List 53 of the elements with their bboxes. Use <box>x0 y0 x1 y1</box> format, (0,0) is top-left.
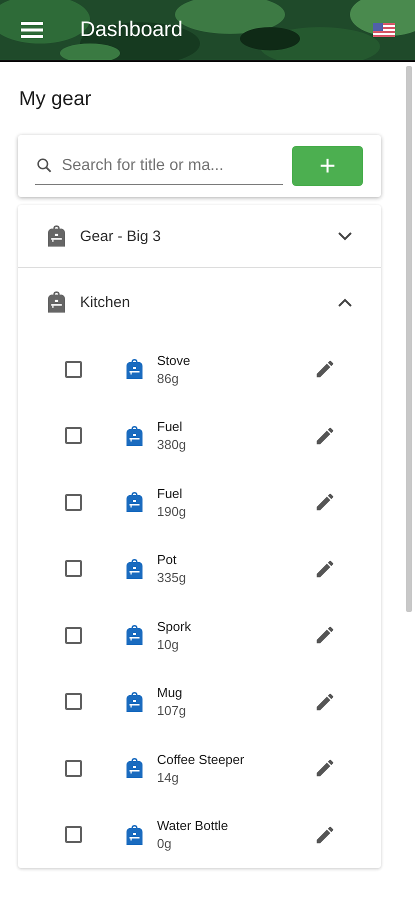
backpack-icon <box>126 492 143 512</box>
item-weight: 190g <box>157 504 187 519</box>
backpack-icon <box>48 291 65 313</box>
chevron-down-icon <box>338 232 352 240</box>
group-header[interactable]: Kitchen <box>18 268 381 336</box>
backpack-icon <box>126 359 143 380</box>
backpack-icon <box>126 625 143 646</box>
checkbox[interactable] <box>65 427 82 444</box>
backpack-icon <box>126 692 143 712</box>
flag-icon[interactable] <box>373 23 395 37</box>
app-title: Dashboard <box>80 18 184 42</box>
item-weight: 107g <box>157 703 187 718</box>
item-name: Coffee Steeper <box>157 752 246 767</box>
backpack-icon <box>126 426 143 446</box>
checkbox[interactable] <box>65 494 82 511</box>
chevron-up-icon <box>338 298 352 306</box>
pencil-icon[interactable] <box>314 491 336 514</box>
item-name: Pot <box>157 552 178 568</box>
item-weight: 0g <box>157 836 172 852</box>
item-name: Stove <box>157 352 192 368</box>
checkbox[interactable] <box>65 626 82 644</box>
item-weight: 86g <box>157 370 180 386</box>
item-name: Fuel <box>157 419 184 434</box>
item-name: Spork <box>157 618 192 634</box>
backpack-icon <box>126 558 143 579</box>
item-weight: 380g <box>157 437 187 452</box>
pencil-icon[interactable] <box>314 624 336 646</box>
pencil-icon[interactable] <box>314 358 336 380</box>
menu-icon[interactable] <box>21 21 43 39</box>
backpack-icon <box>126 824 143 845</box>
checkbox[interactable] <box>65 560 82 578</box>
item-weight: 335g <box>157 570 187 586</box>
item-weight: 14g <box>157 770 180 785</box>
checkbox[interactable] <box>65 693 82 710</box>
group-name: Gear - Big 3 <box>80 228 162 244</box>
checkbox[interactable] <box>65 826 82 844</box>
item-name: Mug <box>157 685 184 700</box>
checkbox[interactable] <box>65 360 82 378</box>
backpack-icon <box>48 225 65 247</box>
item-name: Fuel <box>157 486 184 501</box>
item-name: Water Bottle <box>157 818 230 834</box>
page-title: My gear <box>19 87 92 111</box>
backpack-icon <box>126 758 143 778</box>
pencil-icon[interactable] <box>314 824 336 846</box>
group-header[interactable]: Gear - Big 3 <box>18 205 381 268</box>
pencil-icon[interactable] <box>314 558 336 580</box>
checkbox[interactable] <box>65 760 82 777</box>
scrollbar[interactable] <box>406 66 412 612</box>
group-name: Kitchen <box>80 294 132 310</box>
item-weight: 10g <box>157 636 180 652</box>
pencil-icon[interactable] <box>314 757 336 780</box>
pencil-icon[interactable] <box>314 690 336 713</box>
pencil-icon[interactable] <box>314 424 336 447</box>
